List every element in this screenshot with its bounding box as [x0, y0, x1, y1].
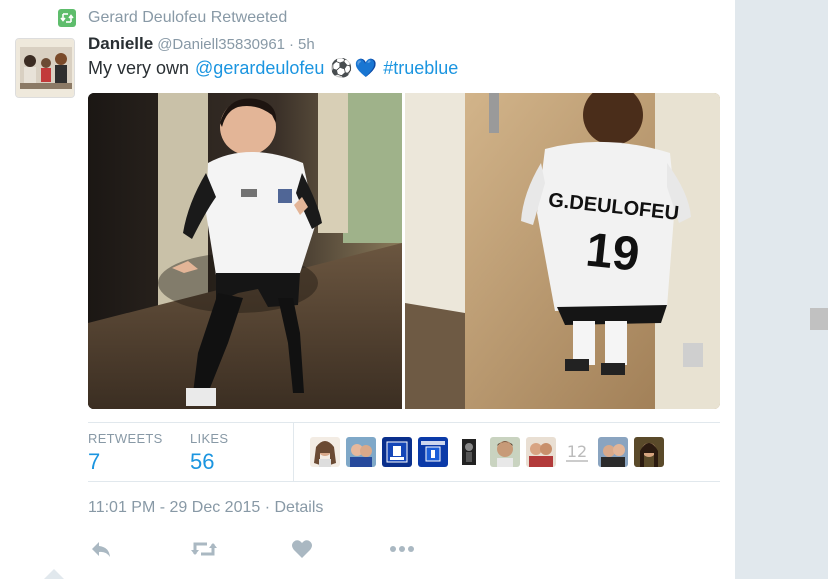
reply-icon[interactable] — [90, 538, 112, 560]
tweet-text: My very own @gerardeulofeu ⚽ 💙 #trueblue — [88, 58, 458, 79]
timestamp-time[interactable]: 11:01 PM — [88, 499, 155, 516]
retweet-context-text[interactable]: Gerard Deulofeu Retweeted — [88, 9, 287, 27]
like-icon[interactable] — [291, 538, 313, 560]
mention-link[interactable]: @gerardeulofeu — [195, 58, 324, 79]
author-avatar[interactable] — [15, 38, 75, 98]
timestamp-separator: - — [159, 499, 166, 516]
author-username[interactable]: @Daniell35830961 — [157, 36, 285, 53]
retweet-context: Gerard Deulofeu Retweeted — [58, 9, 287, 27]
soccer-ball-icon: ⚽ — [330, 58, 353, 78]
photo-boy-back[interactable]: G.DEULOFEU 19 — [405, 93, 720, 409]
likes-stat[interactable]: LIKES 56 — [190, 431, 228, 475]
retweets-stat[interactable]: RETWEETS 7 — [88, 431, 163, 475]
timestamp-dot: · — [264, 499, 271, 516]
tweet-header: Danielle @Daniell35830961 · 5h — [88, 34, 315, 54]
header-separator: · — [289, 36, 295, 53]
liker-avatar[interactable] — [418, 437, 448, 467]
scrollbar-thumb[interactable] — [810, 308, 828, 330]
author-fullname[interactable]: Danielle — [88, 34, 153, 54]
tweet-stats: RETWEETS 7 LIKES 56 12 — [88, 422, 720, 482]
liker-avatar[interactable] — [382, 437, 412, 467]
liker-avatar[interactable]: 12 — [562, 437, 592, 467]
more-icon[interactable] — [389, 538, 415, 560]
tweet-media: G.DEULOFEU 19 — [88, 93, 720, 409]
blue-heart-icon: 💙 — [354, 58, 378, 78]
likes-count[interactable]: 56 — [190, 449, 228, 475]
liker-avatar[interactable] — [454, 437, 484, 467]
reply-caret — [44, 569, 64, 579]
liker-avatar[interactable] — [490, 437, 520, 467]
retweet-context-icon — [58, 9, 76, 27]
tweet-timestamp: 11:01 PM - 29 Dec 2015 · Details — [88, 499, 323, 517]
likes-label: LIKES — [190, 431, 229, 446]
photo-boy-front[interactable] — [88, 93, 402, 409]
svg-text:12: 12 — [567, 442, 587, 461]
details-link[interactable]: Details — [275, 499, 324, 516]
tweet-card: Gerard Deulofeu Retweeted Danielle @Dani… — [0, 0, 736, 579]
retweets-count[interactable]: 7 — [88, 449, 163, 475]
tweet-actions — [88, 538, 488, 562]
timestamp-date[interactable]: 29 Dec 2015 — [170, 499, 261, 516]
tweet-text-prefix: My very own — [88, 58, 190, 78]
liker-avatar[interactable] — [346, 437, 376, 467]
liker-avatar[interactable] — [598, 437, 628, 467]
hashtag-link[interactable]: #trueblue — [383, 58, 458, 79]
retweets-label: RETWEETS — [88, 431, 163, 446]
liker-avatar[interactable] — [526, 437, 556, 467]
jersey-number: 19 — [583, 223, 642, 281]
stats-divider — [293, 423, 294, 481]
retweet-icon[interactable] — [190, 538, 218, 560]
tweet-time-ago[interactable]: 5h — [298, 36, 315, 53]
liker-avatar[interactable] — [634, 437, 664, 467]
liked-by-avatars: 12 — [310, 437, 664, 467]
liker-avatar[interactable] — [310, 437, 340, 467]
